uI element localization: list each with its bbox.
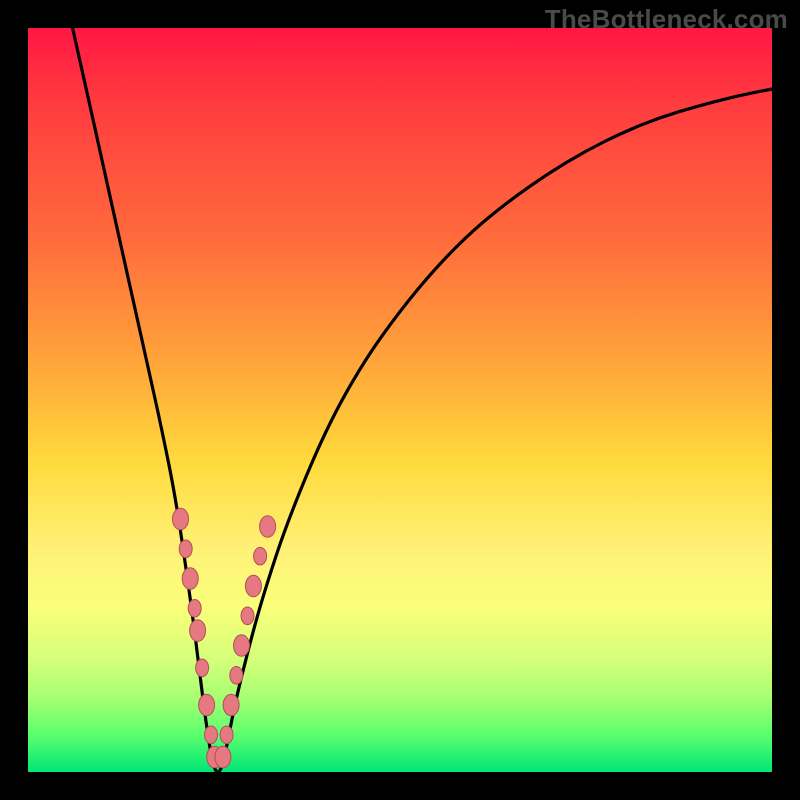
bead: [190, 620, 206, 642]
bead: [205, 726, 218, 744]
bead: [173, 508, 189, 530]
plot-area: [28, 28, 772, 772]
bead: [196, 659, 209, 677]
chart-frame: TheBottleneck.com: [0, 0, 800, 800]
bead: [245, 575, 261, 597]
bead: [188, 600, 201, 618]
chart-svg: [28, 28, 772, 772]
bead: [230, 667, 243, 685]
bead: [260, 516, 276, 538]
bead: [220, 726, 233, 744]
bead: [179, 540, 192, 558]
watermark-text: TheBottleneck.com: [545, 4, 788, 35]
bead: [234, 635, 250, 657]
bottleneck-curve: [73, 28, 772, 772]
bead: [199, 694, 215, 716]
bead: [182, 568, 198, 590]
curve-beads: [173, 508, 276, 768]
bead: [241, 607, 254, 625]
bead: [223, 694, 239, 716]
bead: [254, 547, 267, 565]
bead: [215, 746, 231, 768]
